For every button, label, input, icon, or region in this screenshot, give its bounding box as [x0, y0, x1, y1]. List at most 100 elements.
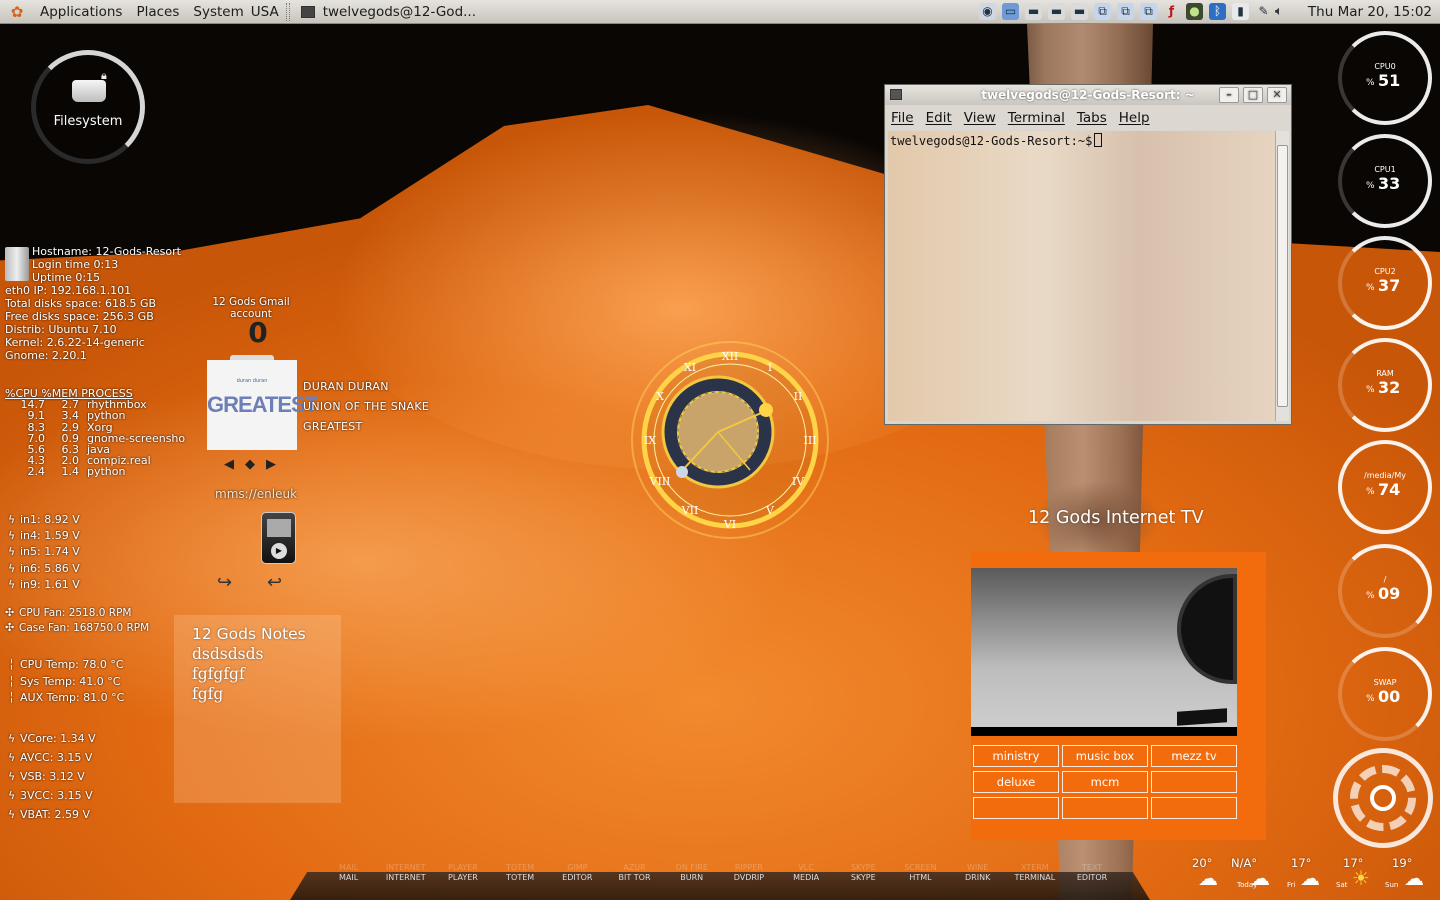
dock-item-html[interactable]: SCREEN HTML [892, 863, 949, 883]
screenshot-icon[interactable]: ◉ [979, 3, 996, 20]
dock-item-media[interactable]: VLC MEDIA [778, 863, 835, 883]
panel-separator[interactable] [285, 2, 290, 21]
filesystem-ring[interactable] [31, 50, 145, 164]
terminal-scrollbar[interactable] [1275, 131, 1289, 421]
network-icon[interactable]: ✎ [1255, 3, 1272, 20]
free-disk-space: Free disks space: 256.3 GB [5, 310, 154, 323]
terminal-window-icon[interactable] [890, 89, 902, 100]
menu-places[interactable]: Places [129, 0, 186, 24]
flash-icon[interactable]: ƒ [1163, 3, 1180, 20]
dock-item-label: SKYPE [850, 873, 876, 882]
terminal-menu-tabs[interactable]: Tabs [1071, 106, 1113, 130]
sensor-row: ϟ VSB: 3.12 V [8, 767, 96, 786]
next-station-icon[interactable]: ↩ [267, 572, 282, 593]
next-icon[interactable]: ▶ [266, 458, 283, 472]
terminal-menu-edit[interactable]: Edit [920, 106, 958, 130]
clock-numeral: III [803, 434, 816, 447]
network-drive-icon[interactable]: ⧉ [1117, 3, 1134, 20]
dock-item-label: MEDIA [793, 873, 820, 882]
dock-item-skype[interactable]: SKYPE SKYPE [835, 863, 892, 883]
bluetooth-icon[interactable]: ᛒ [1209, 3, 1226, 20]
dock-item-gimp[interactable]: GIMP EDITOR [549, 863, 606, 883]
drive-icon[interactable]: ▬ [1071, 3, 1088, 20]
clock-numeral: VI [723, 518, 736, 531]
tv-channel-mcm[interactable]: mcm [1062, 771, 1148, 793]
panel-clock[interactable]: Thu Mar 20, 15:02 [1308, 0, 1432, 24]
dock-item-dvdrip[interactable]: RIPPER DVDRIP [720, 863, 777, 883]
thermometer-icon: ╎ [8, 658, 15, 671]
track-title: UNION OF THE SNAKE [303, 400, 430, 413]
gnome-foot-icon[interactable]: ✿ [7, 2, 27, 22]
drive-icon[interactable]: ▬ [1025, 3, 1042, 20]
tv-channel-empty[interactable] [1062, 797, 1148, 819]
taskbar-terminal-button[interactable]: twelvegods@12-God... [293, 0, 484, 24]
tv-channel-music-box[interactable]: music box [1062, 745, 1148, 767]
maximize-button[interactable]: □ [1243, 87, 1263, 103]
terminal-body[interactable]: twelvegods@12-Gods-Resort:~$ [888, 131, 1275, 421]
process-row: 2.4 1.4 python [5, 466, 185, 477]
temp-value: CPU Temp: 78.0 °C [20, 658, 124, 671]
clock-numeral: V [765, 504, 775, 517]
tv-video-box [1177, 708, 1227, 726]
drive-icon[interactable]: ▬ [1048, 3, 1065, 20]
terminal-menu-view[interactable]: View [958, 106, 1002, 130]
monitor-icon[interactable]: ● [1186, 3, 1203, 20]
folder-icon[interactable]: ▭ [1002, 3, 1019, 20]
system-tray: ◉ ▭ ▬ ▬ ▬ ⧉ ⧉ ⧉ ƒ ● ᛒ ▮ ✎ [979, 3, 1272, 20]
media-player-icon[interactable]: ▶ [261, 512, 296, 564]
volume-icon[interactable]: 🔈︎ [1275, 3, 1292, 20]
dock-item-wine[interactable]: WINE DRINK [949, 863, 1006, 883]
dock-item-reflection: TEXT [1081, 863, 1103, 872]
terminal-menu-help[interactable]: Help [1113, 106, 1156, 130]
tv-channel-ministry[interactable]: ministry [973, 745, 1059, 767]
dock-item-terminal[interactable]: XTERM TERMINAL [1006, 863, 1063, 883]
temp-value: Sys Temp: 41.0 °C [20, 674, 121, 688]
fan-speeds: ✣ CPU Fan: 2518.0 RPM ✣ Case Fan: 168750.0… [5, 606, 149, 635]
dock-item-internet[interactable]: INTERNET INTERNET [377, 863, 434, 883]
play-pause-icon[interactable]: ◆ [245, 458, 262, 472]
dock-item-label: DVDRIP [733, 873, 765, 882]
tv-channel-empty[interactable] [1151, 797, 1237, 819]
tv-channel-mezz-tv[interactable]: mezz tv [1151, 745, 1237, 767]
notes-widget[interactable]: 12 Gods Notes dsdsdsds fgfgfgf fgfg [174, 615, 341, 803]
dock-item-bittorrent[interactable]: AZUR BIT TOR [606, 863, 663, 883]
tv-channel-empty[interactable] [1151, 771, 1237, 793]
meter-unit: % [1366, 283, 1375, 293]
bolt-icon: ϟ [8, 513, 16, 526]
tv-channel-empty[interactable] [973, 797, 1059, 819]
menu-system[interactable]: System [186, 0, 250, 24]
dock-item-player[interactable]: PLAYER PLAYER [434, 863, 491, 883]
gmail-unread-count[interactable]: 0 [208, 316, 308, 349]
minimize-button[interactable]: – [1219, 87, 1239, 103]
battery-icon[interactable]: ▮ [1232, 3, 1249, 20]
network-drive-icon[interactable]: ⧉ [1140, 3, 1157, 20]
sensor-row: ϟ VCore: 1.34 V [8, 729, 96, 748]
dock-item-mail[interactable]: MAIL MAIL [320, 863, 377, 883]
terminal-window[interactable]: twelvegods@12-Gods-Resort: ~ – □ ✕ File … [884, 84, 1292, 425]
terminal-cursor [1094, 133, 1103, 147]
dock-item-text-editor[interactable]: TEXT EDITOR [1063, 863, 1120, 883]
bolt-icon: ϟ [8, 789, 16, 802]
fan-icon: ✣ [5, 620, 15, 634]
close-button[interactable]: ✕ [1267, 87, 1287, 103]
sensor-row: ϟ AVCC: 3.15 V [8, 748, 96, 767]
tv-channel-deluxe[interactable]: deluxe [973, 771, 1059, 793]
terminal-titlebar[interactable]: twelvegods@12-Gods-Resort: ~ – □ ✕ [885, 85, 1291, 105]
dock-item-burn[interactable]: ON FIRE BURN [663, 863, 720, 883]
keyboard-layout-indicator[interactable]: USA [251, 0, 283, 24]
terminal-menu-terminal[interactable]: Terminal [1002, 106, 1071, 130]
network-drive-icon[interactable]: ⧉ [1094, 3, 1111, 20]
terminal-scrollbar-thumb[interactable] [1277, 145, 1288, 407]
menu-applications[interactable]: Applications [33, 0, 129, 24]
previous-station-icon[interactable]: ↪ [217, 572, 232, 593]
terminal-menu-file[interactable]: File [885, 106, 920, 130]
dock-item-totem[interactable]: TOTEM TOTEM [492, 863, 549, 883]
temperatures: ╎ CPU Temp: 78.0 °C ╎ Sys Temp: 41.0 °C ╎ A… [8, 657, 124, 707]
bolt-icon: ϟ [8, 808, 16, 821]
dock-item-reflection: INTERNET [385, 863, 426, 872]
internet-tv-screen[interactable] [971, 568, 1237, 736]
previous-icon[interactable]: ◀ [224, 458, 241, 472]
dock-items: MAIL MAIL INTERNET INTERNET PLAYER PLAYER T… [320, 863, 1121, 883]
dock-item-label: PLAYER [448, 873, 478, 882]
album-cover[interactable]: duran duran GREATEST [207, 360, 318, 450]
